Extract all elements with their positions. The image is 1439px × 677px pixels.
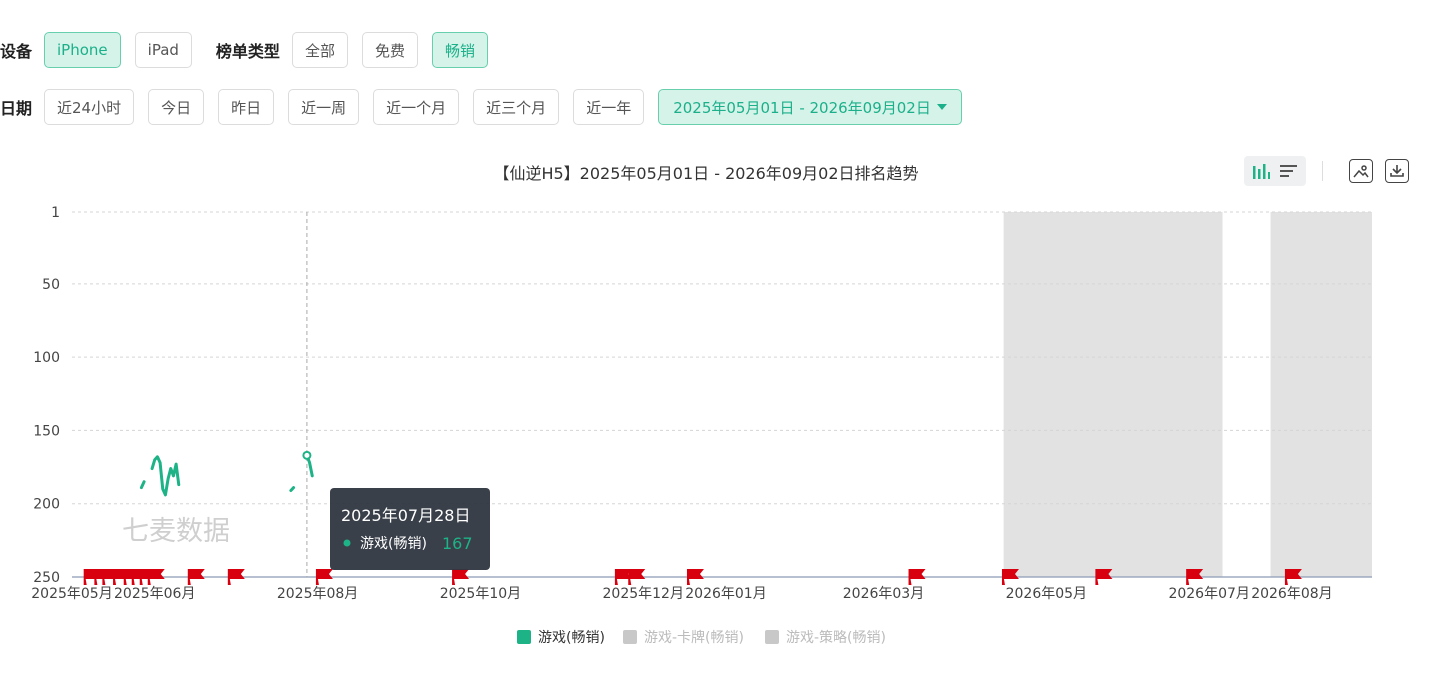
chart-title: 【仙逆H5】2025年05月01日 - 2026年09月02日排名趋势	[493, 164, 919, 183]
device-label: 设备	[0, 42, 33, 61]
legend-item: 游戏(畅销)	[517, 630, 605, 646]
list-type-label: 榜单类型	[215, 42, 280, 61]
event-flag-icon	[1095, 569, 1113, 585]
event-flag-icon	[315, 569, 333, 585]
view-toggle	[1244, 156, 1306, 186]
tooltip-series-dot	[343, 539, 351, 547]
x-tick-label: 2026年01月	[685, 586, 766, 602]
event-flag-icon	[1186, 569, 1204, 585]
image-icon[interactable]	[1349, 159, 1373, 183]
x-tick-label: 2026年08月	[1251, 586, 1332, 602]
toolbar-divider	[1322, 161, 1323, 181]
date-filter-row: 日期 近24小时 今日 昨日 近一周 近一个月 近三个月 近一年 2025年05…	[0, 89, 976, 125]
legend-label: 游戏(畅销)	[538, 630, 605, 646]
event-flag-icon	[139, 569, 157, 585]
shaded-range	[1270, 212, 1372, 577]
event-flag-icon	[908, 569, 926, 585]
series-line	[289, 486, 296, 493]
date-year-button[interactable]: 近一年	[573, 89, 645, 125]
date-today-button[interactable]: 今日	[148, 89, 205, 125]
series-line	[305, 453, 314, 478]
event-flag-icon	[227, 569, 245, 585]
tooltip-date: 2025年07月28日	[341, 506, 470, 525]
y-tick-label: 100	[33, 350, 60, 366]
tooltip-series-name: 游戏(畅销)	[360, 536, 427, 552]
legend-swatch	[623, 630, 637, 644]
event-flag-icon	[102, 569, 120, 585]
legend-item: 游戏-卡牌(畅销)	[623, 629, 744, 646]
tooltip-box	[330, 488, 490, 570]
y-tick-label: 150	[33, 423, 60, 439]
list-type-grossing-button[interactable]: 畅销	[431, 32, 488, 68]
series-line	[150, 455, 181, 497]
x-tick-label: 2025年05月	[31, 586, 112, 602]
date-range-value: 2025年05月01日 - 2026年09月02日	[673, 98, 931, 117]
x-tick-label: 2025年08月	[277, 586, 358, 602]
legend-item: 游戏-策略(畅销)	[765, 629, 886, 646]
date-label: 日期	[0, 99, 33, 118]
date-week-button[interactable]: 近一周	[288, 89, 360, 125]
data-point	[302, 450, 312, 460]
legend-swatch	[765, 630, 779, 644]
event-flag-icon	[1284, 569, 1302, 585]
date-3months-button[interactable]: 近三个月	[473, 89, 560, 125]
event-flag-icon	[131, 569, 149, 585]
legend-label: 游戏-卡牌(畅销)	[644, 629, 744, 646]
y-tick-label: 250	[33, 570, 60, 586]
y-tick-label: 1	[51, 205, 60, 221]
tooltip: 2025年07月28日游戏(畅销) 167	[330, 488, 490, 570]
caret-down-icon	[936, 104, 947, 110]
legend-swatch	[517, 630, 531, 644]
date-yesterday-button[interactable]: 昨日	[218, 89, 275, 125]
event-flag-icon	[147, 569, 165, 585]
x-tick-label: 2025年06月	[114, 586, 195, 602]
x-tick-label: 2025年10月	[440, 586, 521, 602]
event-flag-icon	[1001, 569, 1019, 585]
event-flag-icon	[187, 569, 205, 585]
x-tick-label: 2026年03月	[843, 586, 924, 602]
y-tick-label: 50	[42, 277, 60, 293]
x-tick-label: 2025年12月	[603, 586, 684, 602]
event-flag-icon	[123, 569, 141, 585]
y-tick-label: 200	[33, 497, 60, 513]
x-tick-label: 2026年07月	[1168, 586, 1249, 602]
bar-chart-icon[interactable]	[1247, 157, 1275, 185]
series-line	[139, 480, 146, 490]
event-flag-icon	[452, 569, 470, 585]
event-flag-icon	[83, 569, 101, 585]
tooltip-value: 167	[442, 534, 473, 553]
device-filter-row: 设备 iPhone iPad 榜单类型 全部 免费 畅销	[0, 32, 502, 68]
device-ipad-button[interactable]: iPad	[134, 32, 192, 68]
event-flag-icon	[94, 569, 112, 585]
chart-toolbar	[1244, 156, 1409, 186]
x-tick-label: 2026年05月	[1006, 586, 1087, 602]
download-icon[interactable]	[1385, 159, 1409, 183]
date-24h-button[interactable]: 近24小时	[44, 89, 135, 125]
list-icon[interactable]	[1275, 157, 1303, 185]
date-range-picker[interactable]: 2025年05月01日 - 2026年09月02日	[658, 89, 962, 125]
event-flag-icon	[614, 569, 632, 585]
event-flag-icon	[113, 569, 131, 585]
shaded-range	[1003, 212, 1223, 577]
watermark: 七麦数据	[122, 516, 230, 547]
legend-label: 游戏-策略(畅销)	[786, 629, 886, 646]
device-iphone-button[interactable]: iPhone	[44, 32, 121, 68]
list-type-free-button[interactable]: 免费	[361, 32, 418, 68]
event-flag-icon	[628, 569, 646, 585]
list-type-all-button[interactable]: 全部	[291, 32, 348, 68]
event-flag-icon	[686, 569, 704, 585]
date-month-button[interactable]: 近一个月	[373, 89, 460, 125]
